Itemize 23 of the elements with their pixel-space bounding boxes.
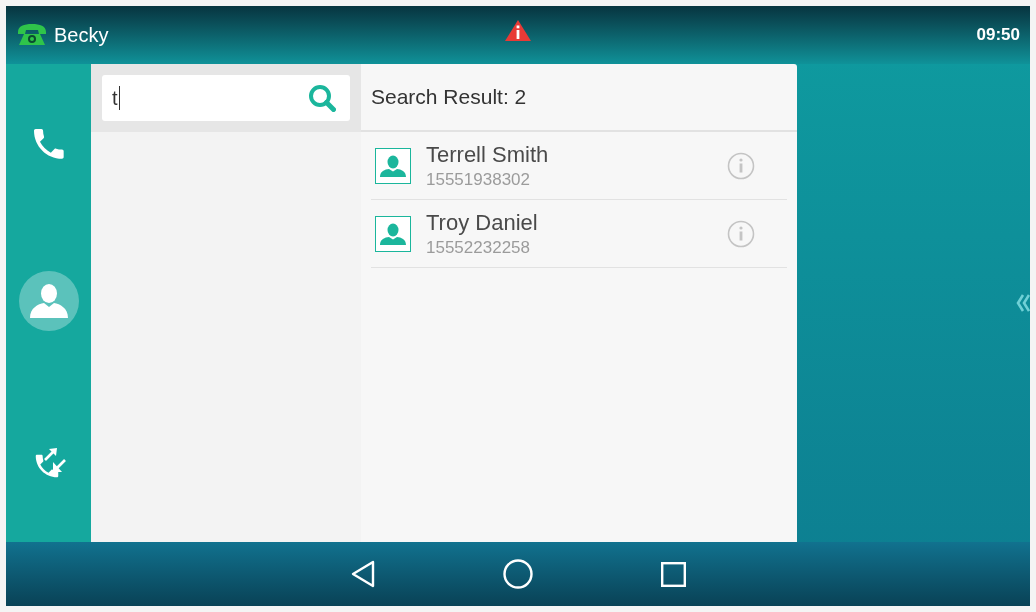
info-icon[interactable] (727, 219, 755, 248)
warning-icon[interactable] (505, 20, 531, 41)
contact-row[interactable]: Terrell Smith 15551938302 (371, 132, 787, 200)
account-name: Becky (54, 23, 109, 48)
back-icon[interactable] (350, 560, 375, 588)
contact-name: Troy Daniel (426, 209, 539, 236)
contact-avatar-icon (375, 215, 411, 252)
search-field[interactable]: t (102, 75, 350, 121)
contact-name: Terrell Smith (426, 141, 550, 168)
search-icon[interactable] (308, 84, 336, 112)
phone-number: 15552232258 (426, 237, 531, 258)
phone-number: 15551938302 (426, 169, 531, 190)
search-result-heading: Search Result: 2 (371, 84, 527, 111)
recent-apps-icon[interactable] (660, 561, 686, 587)
contact-avatar-icon (375, 147, 411, 184)
contact-row[interactable]: Troy Daniel 15552232258 (371, 200, 787, 268)
desk-phone-icon (16, 23, 48, 47)
info-icon[interactable] (727, 151, 755, 180)
double-chevron-icon[interactable] (1016, 294, 1030, 312)
home-icon[interactable] (502, 559, 533, 589)
person-icon (29, 284, 68, 318)
phone-icon (33, 129, 64, 159)
clock-time: 09:50 (976, 24, 1020, 47)
